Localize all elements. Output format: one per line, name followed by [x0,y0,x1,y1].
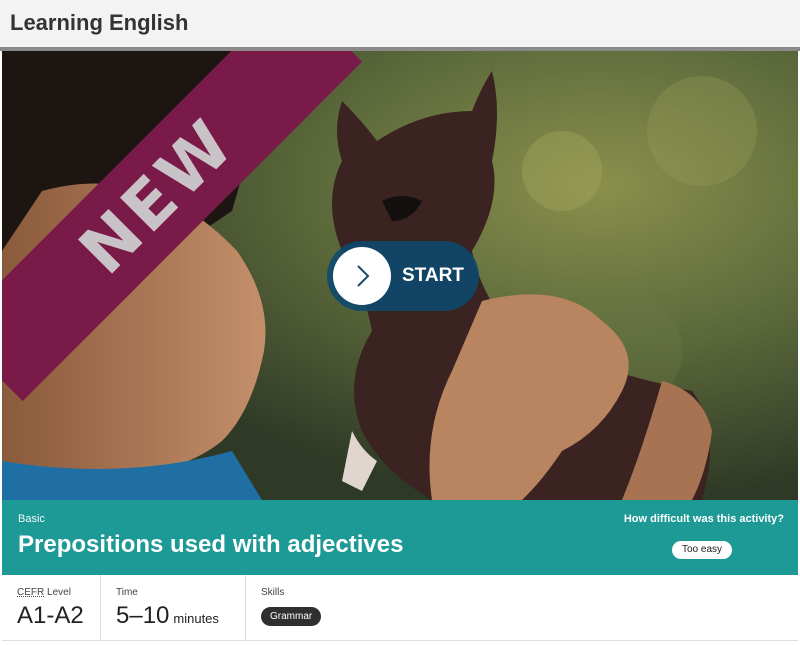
cefr-label-rest: Level [44,587,71,598]
cefr-abbr: CEFR [17,587,45,598]
time-value: 5–10 [116,602,170,629]
activity-level: Basic [18,513,45,525]
start-label: START [402,265,464,286]
start-button[interactable]: START [327,241,479,311]
cefr-level-label: CEFR Level [17,587,71,598]
activity-info-bar: CEFR Level A1-A2 Time 5–10 minutes Skills… [2,575,798,641]
skill-badge-grammar[interactable]: Grammar [261,607,322,626]
app-title: Learning English [10,10,189,35]
difficulty-question: How difficult was this activity? [623,513,784,525]
skills-cell: Skills Grammar [246,575,798,641]
cefr-level-value: A1-A2 [17,602,84,629]
time-label: Time [116,587,138,598]
time-cell: Time 5–10 minutes [101,575,246,641]
activity-title: Prepositions used with adjectives [18,531,404,558]
hero-image-panel: NEW START [2,51,798,500]
skills-label: Skills [261,587,285,598]
cefr-level-cell: CEFR Level A1-A2 [2,575,101,641]
start-circle [333,247,391,305]
activity-banner: Basic Prepositions used with adjectives … [2,500,798,575]
app-header: Learning English [0,0,800,51]
time-value-row: 5–10 minutes [116,602,219,630]
time-unit: minutes [173,611,219,626]
difficulty-answer-button[interactable]: Too easy [672,541,732,559]
chevron-right-icon [357,265,370,287]
